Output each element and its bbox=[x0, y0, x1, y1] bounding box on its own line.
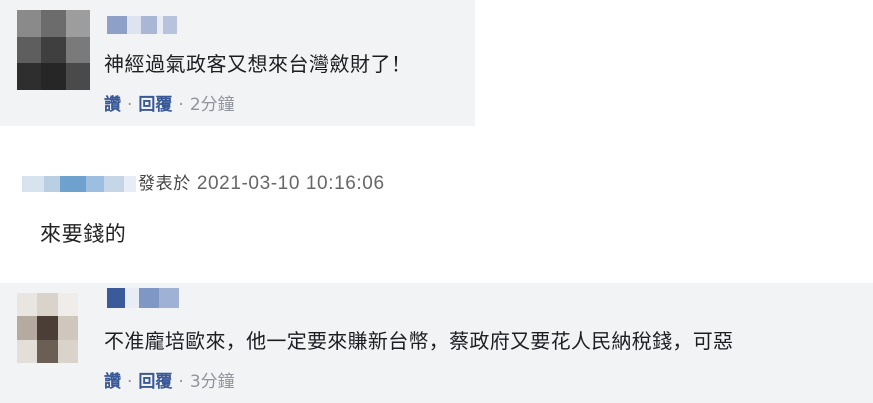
separator: · bbox=[178, 372, 184, 392]
comment-card: 不准龐培歐來，他一定要來賺新台幣，蔡政府又要花人民納稅錢，可惡 讚 · 回覆 · 3分鐘 bbox=[0, 283, 873, 403]
reply-link[interactable]: 回覆 bbox=[138, 372, 172, 392]
commenter-name[interactable] bbox=[107, 16, 177, 34]
comment-actions: 讚 · 回覆 · 3分鐘 bbox=[104, 371, 235, 393]
like-link[interactable]: 讚 bbox=[104, 95, 121, 115]
forum-username[interactable] bbox=[22, 176, 136, 192]
comment-timestamp[interactable]: 3分鐘 bbox=[190, 372, 235, 392]
comment-card: 神經過氣政客又想來台灣斂財了！ 讚 · 回覆 · 2分鐘 bbox=[0, 0, 475, 126]
separator: · bbox=[127, 95, 133, 115]
comment-text: 不准龐培歐來，他一定要來賺新台幣，蔡政府又要花人民納稅錢，可惡 bbox=[104, 329, 734, 353]
reply-link[interactable]: 回覆 bbox=[138, 95, 172, 115]
post-meta: 發表於 2021-03-10 10:16:06 bbox=[138, 170, 385, 197]
separator: · bbox=[127, 372, 133, 392]
comment-actions: 讚 · 回覆 · 2分鐘 bbox=[104, 94, 235, 116]
comment-text: 來要錢的 bbox=[40, 222, 127, 246]
post-datetime: 2021-03-10 10:16:06 bbox=[196, 173, 385, 194]
avatar[interactable] bbox=[17, 10, 90, 90]
posted-label: 發表於 bbox=[138, 174, 191, 194]
comment-text: 神經過氣政客又想來台灣斂財了！ bbox=[104, 52, 412, 76]
separator: · bbox=[178, 95, 184, 115]
like-link[interactable]: 讚 bbox=[104, 372, 121, 392]
commenter-name[interactable] bbox=[107, 288, 179, 308]
avatar[interactable] bbox=[17, 293, 78, 363]
comment-timestamp[interactable]: 2分鐘 bbox=[190, 95, 235, 115]
